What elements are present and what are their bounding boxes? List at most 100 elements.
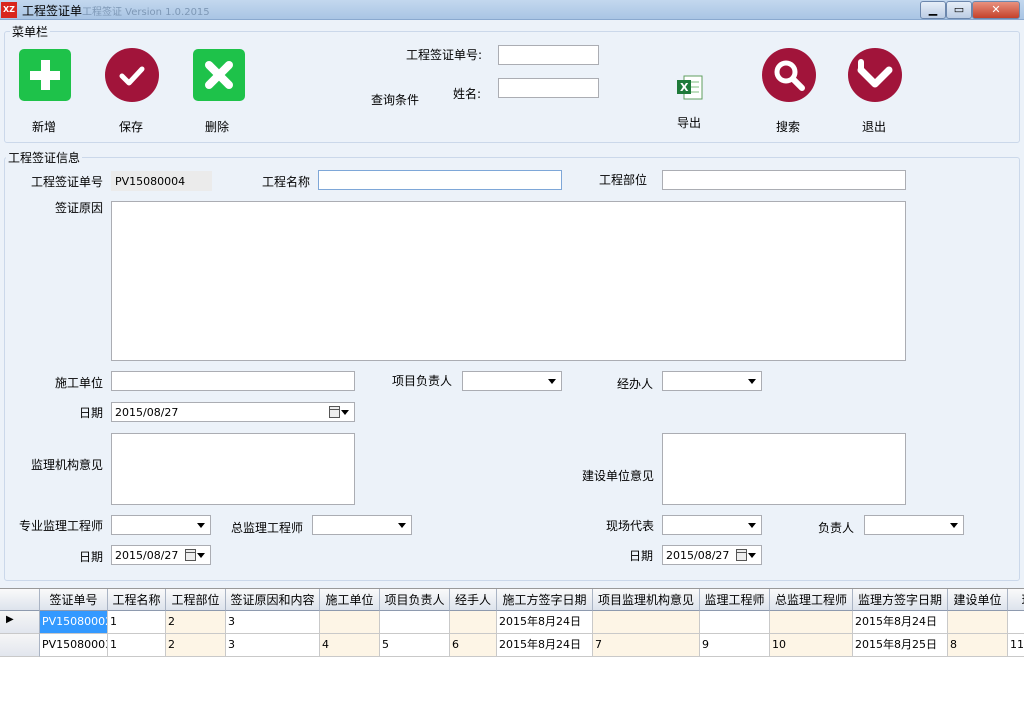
grid-cell[interactable]: 10 <box>770 634 853 657</box>
reason-textarea[interactable] <box>111 201 906 361</box>
site-rep-select[interactable] <box>662 515 762 535</box>
grid-header-cell[interactable]: 施工方签字日期 <box>497 589 593 611</box>
date1-picker[interactable]: 2015/08/27 <box>111 402 355 422</box>
query-name-input[interactable] <box>498 78 599 98</box>
grid-cell[interactable] <box>450 611 497 634</box>
grid-cell[interactable]: 8 <box>948 634 1008 657</box>
grid-header-cell[interactable]: 经手人 <box>450 589 497 611</box>
plus-icon <box>30 60 60 90</box>
grid-header-cell[interactable]: 项目负责人 <box>380 589 450 611</box>
grid-header-cell[interactable]: 建设单位 <box>948 589 1008 611</box>
grid-header-cell[interactable]: 项目监理机构意见 <box>593 589 700 611</box>
handler-label: 经办人 <box>617 377 654 391</box>
contractor-label: 施工单位 <box>55 376 104 390</box>
project-lead-select[interactable] <box>462 371 562 391</box>
current-row-marker-icon: ▶ <box>6 614 14 625</box>
grid-header-cell[interactable]: 总监理工程师 <box>770 589 853 611</box>
grid-cell[interactable]: 5 <box>380 634 450 657</box>
handler-select[interactable] <box>662 371 762 391</box>
date1-label: 日期 <box>79 406 104 420</box>
delete-button[interactable] <box>193 49 245 101</box>
date2-picker[interactable]: 2015/08/27 <box>111 545 211 565</box>
grid-cell[interactable]: 7 <box>593 634 700 657</box>
handler-select-value <box>663 372 749 390</box>
save-button[interactable] <box>105 48 159 102</box>
project-lead-select-value <box>463 372 549 390</box>
date3-label: 日期 <box>629 549 654 563</box>
grid-cell[interactable] <box>320 611 380 634</box>
calendar-icon <box>329 406 340 418</box>
grid-header-cell[interactable]: 签证原因和内容 <box>226 589 320 611</box>
grid-cell[interactable]: 6 <box>450 634 497 657</box>
supervision-opinion-textarea[interactable] <box>111 433 355 505</box>
person-in-charge-value <box>865 516 951 534</box>
grid-cell[interactable] <box>380 611 450 634</box>
dropdown-arrow-icon <box>950 523 958 528</box>
grid-cell[interactable]: 2015年8月25日 <box>853 634 948 657</box>
grid-header-cell[interactable]: 监理工程师 <box>700 589 770 611</box>
specialist-engineer-select[interactable] <box>111 515 211 535</box>
dropdown-arrow-icon <box>341 410 349 415</box>
grid-corner-header <box>0 589 40 611</box>
maximize-button[interactable]: ▭ <box>946 1 972 19</box>
grid-row-header[interactable]: ▶ <box>0 611 40 634</box>
grid-cell[interactable]: PV15080003 <box>40 634 108 657</box>
form-group-label: 工程签证信息 <box>6 149 83 166</box>
grid-cell[interactable]: 2 <box>166 634 226 657</box>
chief-engineer-select[interactable] <box>312 515 412 535</box>
grid-cell[interactable]: PV15080002 <box>40 611 108 634</box>
grid-cell[interactable] <box>700 611 770 634</box>
window-title: 工程签证单 <box>22 4 83 18</box>
grid-header-cell[interactable]: 施工单位 <box>320 589 380 611</box>
minimize-button[interactable]: ▁ <box>920 1 946 19</box>
dropdown-arrow-icon <box>748 523 756 528</box>
add-button[interactable] <box>19 49 71 101</box>
grid-header-cell[interactable]: 工程部位 <box>166 589 226 611</box>
delete-button-label: 删除 <box>205 120 230 134</box>
project-lead-label: 项目负责人 <box>392 374 453 388</box>
query-visa-no-input[interactable] <box>498 45 599 65</box>
grid-cell[interactable]: 2015年8月24日 <box>497 611 593 634</box>
grid-header-cell[interactable]: 现 <box>1008 589 1024 611</box>
site-rep-value <box>663 516 749 534</box>
grid-row-header[interactable] <box>0 634 40 657</box>
grid-cell[interactable]: 9 <box>700 634 770 657</box>
data-grid[interactable]: 签证单号 工程名称 工程部位 签证原因和内容 施工单位 项目负责人 经手人 施工方签字日期 项目… <box>0 588 1024 712</box>
query-name-label: 姓名: <box>453 87 482 101</box>
menubar-group-label: 菜单栏 <box>10 23 51 40</box>
close-button[interactable]: ✕ <box>972 1 1020 19</box>
exit-button[interactable] <box>848 48 902 102</box>
grid-cell[interactable]: 2 <box>166 611 226 634</box>
grid-cell[interactable] <box>1008 611 1024 634</box>
grid-cell[interactable]: 4 <box>320 634 380 657</box>
project-part-input[interactable] <box>662 170 906 190</box>
project-part-label: 工程部位 <box>599 173 648 187</box>
grid-cell[interactable]: 11 <box>1008 634 1024 657</box>
grid-cell[interactable]: 3 <box>226 611 320 634</box>
contractor-input[interactable] <box>111 371 355 391</box>
person-in-charge-select[interactable] <box>864 515 964 535</box>
excel-icon: X <box>677 75 703 100</box>
add-button-label: 新增 <box>32 120 57 134</box>
grid-header-cell[interactable]: 监理方签字日期 <box>853 589 948 611</box>
grid-cell[interactable] <box>770 611 853 634</box>
grid-cell[interactable] <box>593 611 700 634</box>
export-button-label: 导出 <box>677 116 702 130</box>
grid-cell[interactable] <box>948 611 1008 634</box>
date2-value: 2015/08/27 <box>112 546 182 564</box>
owner-opinion-textarea[interactable] <box>662 433 906 505</box>
grid-header-cell[interactable]: 工程名称 <box>108 589 166 611</box>
grid-cell[interactable]: 2015年8月24日 <box>853 611 948 634</box>
search-button[interactable] <box>762 48 816 102</box>
grid-cell[interactable]: 3 <box>226 634 320 657</box>
export-button[interactable]: X <box>676 75 704 101</box>
grid-header-cell[interactable]: 签证单号 <box>40 589 108 611</box>
dropdown-arrow-icon <box>548 379 556 384</box>
grid-cell[interactable]: 1 <box>108 634 166 657</box>
magnifier-icon <box>774 60 805 91</box>
grid-cell[interactable]: 1 <box>108 611 166 634</box>
date3-picker[interactable]: 2015/08/27 <box>662 545 762 565</box>
grid-cell[interactable]: 2015年8月24日 <box>497 634 593 657</box>
project-name-input[interactable] <box>318 170 562 190</box>
owner-opinion-label: 建设单位意见 <box>582 469 655 483</box>
